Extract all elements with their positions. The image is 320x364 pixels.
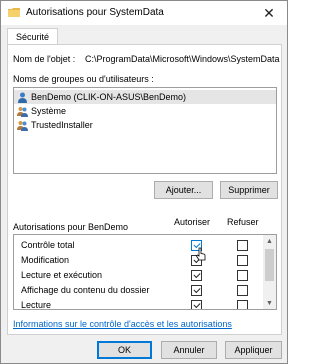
user-name: TrustedInstaller bbox=[31, 120, 93, 130]
list-item-permission: Lecture et exécution bbox=[14, 268, 262, 283]
user-icon bbox=[18, 92, 27, 103]
allow-column-header: Autoriser bbox=[174, 217, 211, 227]
allow-checkbox[interactable] bbox=[191, 285, 202, 296]
list-item-group-systeme[interactable]: Système bbox=[14, 104, 276, 118]
scroll-up-icon[interactable]: ▲ bbox=[263, 235, 276, 247]
scroll-down-icon[interactable]: ▼ bbox=[263, 297, 276, 309]
object-name-value: C:\ProgramData\Microsoft\Windows\SystemD… bbox=[85, 54, 280, 64]
list-item-permission: Contrôle total bbox=[14, 238, 262, 253]
deny-column-header: Refuser bbox=[227, 217, 259, 227]
users-group-icon bbox=[17, 120, 28, 131]
apply-button[interactable]: Appliquer bbox=[225, 341, 282, 359]
deny-checkbox[interactable] bbox=[237, 240, 248, 251]
deny-checkbox[interactable] bbox=[237, 255, 248, 266]
user-name: BenDemo (CLIK-ON-ASUS\BenDemo) bbox=[31, 92, 187, 102]
deny-checkbox[interactable] bbox=[237, 300, 248, 309]
permissions-label: Autorisations pour BenDemo bbox=[13, 222, 129, 232]
allow-checkbox[interactable] bbox=[191, 300, 202, 309]
object-name-label: Nom de l'objet : bbox=[13, 54, 76, 64]
list-item-permission: Affichage du contenu du dossier bbox=[14, 283, 262, 298]
tab-security[interactable]: Sécurité bbox=[7, 28, 58, 45]
scroll-thumb[interactable] bbox=[265, 249, 274, 281]
close-button[interactable]: ✕ bbox=[251, 1, 287, 25]
access-control-info-link[interactable]: Informations sur le contrôle d'accès et … bbox=[13, 319, 232, 329]
permission-name: Lecture et exécution bbox=[21, 270, 103, 280]
ok-button[interactable]: OK bbox=[97, 341, 152, 359]
add-button[interactable]: Ajouter... bbox=[154, 181, 213, 199]
permission-name: Affichage du contenu du dossier bbox=[21, 285, 150, 295]
permission-name: Contrôle total bbox=[21, 240, 75, 250]
users-group-icon bbox=[17, 106, 28, 117]
groups-list[interactable]: BenDemo (CLIK-ON-ASUS\BenDemo) Système T… bbox=[13, 87, 277, 174]
permission-name: Modification bbox=[21, 255, 70, 265]
list-item-permission: Lecture bbox=[14, 298, 262, 310]
mouse-pointer-icon bbox=[195, 247, 206, 261]
deny-checkbox[interactable] bbox=[237, 270, 248, 281]
permissions-dialog: Autorisations pour SystemData ✕ Sécurité… bbox=[0, 0, 288, 364]
groups-label: Noms de groupes ou d'utilisateurs : bbox=[13, 74, 154, 84]
permission-name: Lecture bbox=[21, 300, 52, 310]
permissions-list[interactable]: Contrôle total Modification Lecture et e… bbox=[13, 234, 277, 310]
list-item-user-bendemo[interactable]: BenDemo (CLIK-ON-ASUS\BenDemo) bbox=[14, 90, 276, 104]
deny-checkbox[interactable] bbox=[237, 285, 248, 296]
remove-button[interactable]: Supprimer bbox=[220, 181, 278, 199]
list-item-permission: Modification bbox=[14, 253, 262, 268]
list-item-group-trustedinstaller[interactable]: TrustedInstaller bbox=[14, 118, 276, 132]
folder-icon bbox=[8, 8, 20, 17]
title-bar: Autorisations pour SystemData ✕ bbox=[1, 1, 287, 25]
cancel-button[interactable]: Annuler bbox=[161, 341, 217, 359]
permissions-scrollbar[interactable]: ▲ ▼ bbox=[263, 235, 276, 309]
window-title: Autorisations pour SystemData bbox=[26, 7, 164, 18]
allow-checkbox[interactable] bbox=[191, 270, 202, 281]
user-name: Système bbox=[31, 106, 67, 116]
